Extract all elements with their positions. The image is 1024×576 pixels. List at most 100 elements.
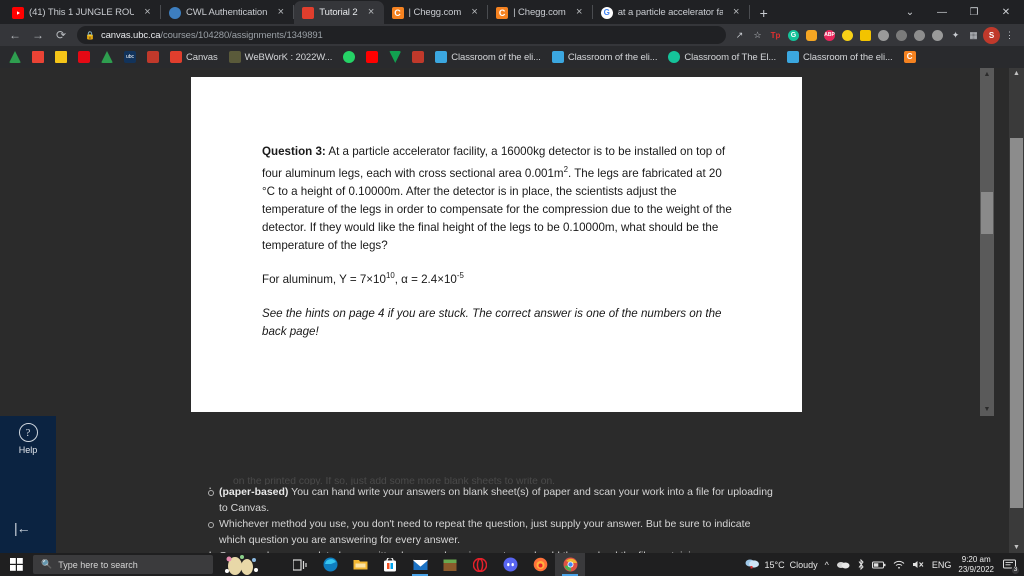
honey-extension-icon[interactable]	[803, 27, 820, 44]
pdf-scroll-up-icon[interactable]: ▲	[980, 68, 994, 81]
bookmark-youtube[interactable]	[362, 48, 382, 66]
pdf-question-text: Question 3: At a particle accelerator fa…	[262, 143, 736, 342]
webwork-icon	[228, 51, 241, 63]
pdf-scroll-down-icon[interactable]: ▼	[980, 403, 994, 416]
new-tab-button[interactable]: +	[753, 2, 775, 24]
weather-status[interactable]: 15°C Cloudy	[744, 556, 818, 574]
bookmark-classroom-elite-2[interactable]: Classroom of the eli...	[548, 48, 662, 66]
bookmark-canvas[interactable]: Canvas	[166, 48, 222, 66]
search-input[interactable]: 🔍 Type here to search	[33, 555, 213, 574]
tab-google-search[interactable]: G at a particle accelerator faci ×	[593, 1, 749, 24]
page-scrollbar[interactable]: ▲ ▼	[1009, 68, 1024, 553]
discord-icon[interactable]	[495, 553, 525, 576]
minecraft-icon[interactable]	[435, 553, 465, 576]
forward-button[interactable]: →	[27, 25, 49, 45]
wifi-icon[interactable]	[893, 560, 905, 569]
collapse-left-icon[interactable]: |←	[14, 520, 31, 536]
close-icon[interactable]: ×	[730, 6, 743, 19]
pacman-extension-icon[interactable]	[839, 27, 856, 44]
grammarly-extension-icon[interactable]: G	[785, 27, 802, 44]
bookmark-reddit[interactable]	[408, 48, 428, 66]
mail-icon[interactable]	[405, 553, 435, 576]
weather-widget-icon[interactable]	[213, 553, 283, 576]
page-scroll-up-icon[interactable]: ▲	[1009, 68, 1024, 79]
close-window-button[interactable]: ✕	[990, 1, 1022, 23]
bookmark-news[interactable]	[51, 48, 71, 66]
adblock-plus-icon[interactable]: ABP	[821, 27, 838, 44]
tab-tutorial-2[interactable]: Tutorial 2 ×	[294, 1, 384, 24]
tab-chegg-1[interactable]: C | Chegg.com ×	[384, 1, 488, 24]
close-icon[interactable]: ×	[141, 6, 154, 19]
help-button[interactable]: ? Help	[0, 423, 56, 455]
sidepanel-icon[interactable]: ▦	[965, 27, 982, 44]
tp-extension-icon[interactable]: Tp	[767, 27, 784, 44]
page-viewport: ? Help |← Question 3: At a particle acce…	[0, 68, 1024, 553]
firefox-icon[interactable]	[525, 553, 555, 576]
bookmark-label: Classroom of the eli...	[451, 51, 541, 63]
pdf-scrollbar[interactable]: ▲ ▼	[980, 68, 994, 416]
chevron-up-icon[interactable]: ^	[825, 560, 829, 570]
minimize-button[interactable]: —	[926, 1, 958, 23]
bookmark-google-drive-2[interactable]	[97, 48, 117, 66]
back-button[interactable]: ←	[4, 25, 26, 45]
bookmark-gmail[interactable]	[28, 48, 48, 66]
close-icon[interactable]: ×	[365, 6, 378, 19]
chrome-menu-icon[interactable]: ⋮	[1001, 27, 1018, 44]
google-chrome-icon[interactable]	[555, 553, 585, 576]
bookmark-tv[interactable]	[385, 48, 405, 66]
bookmark-classroom-elite-3[interactable]: Classroom of The El...	[664, 48, 780, 66]
profile-avatar-icon[interactable]: S	[983, 26, 1000, 44]
page-scrollbar-thumb[interactable]	[1010, 138, 1023, 508]
taskbar-clock[interactable]: 9:20 am 23/9/2022	[958, 555, 994, 575]
extensions-puzzle-icon[interactable]: ✦	[947, 27, 964, 44]
reddit-icon	[412, 51, 425, 63]
profile-chevron-icon[interactable]: ⌄	[894, 1, 926, 23]
file-explorer-icon[interactable]	[345, 553, 375, 576]
page-scroll-down-icon[interactable]: ▼	[1009, 542, 1024, 553]
tab-chegg-2[interactable]: C | Chegg.com ×	[488, 1, 592, 24]
microsoft-store-icon[interactable]	[375, 553, 405, 576]
bookmark-netflix[interactable]	[74, 48, 94, 66]
windows-start-icon[interactable]	[0, 553, 33, 576]
reload-button[interactable]: ⟳	[50, 25, 72, 45]
microsoft-edge-icon[interactable]	[315, 553, 345, 576]
onedrive-icon[interactable]	[836, 560, 850, 569]
maximize-button[interactable]: ❐	[958, 1, 990, 23]
videodownload-off-icon[interactable]	[929, 27, 946, 44]
close-icon[interactable]: ×	[468, 6, 481, 19]
share-icon[interactable]: ↗	[731, 27, 748, 44]
close-icon[interactable]: ×	[573, 6, 586, 19]
bookmark-piazza[interactable]	[143, 48, 163, 66]
volume-mute-icon[interactable]	[912, 560, 925, 569]
bookmark-whatsapp[interactable]	[339, 48, 359, 66]
bookmark-webwork[interactable]: WeBWorK : 2022W...	[225, 48, 337, 66]
tv-icon	[389, 51, 402, 63]
list-item-text: You can hand write your answers on blank…	[219, 486, 773, 514]
opera-icon[interactable]	[465, 553, 495, 576]
pdf-scrollbar-thumb[interactable]	[981, 192, 993, 234]
tab-strip: (41) This 1 JUNGLE ROUTE : × CWL Authent…	[0, 0, 1024, 24]
system-tray: 15°C Cloudy ^ ENG 9:20 am 23/9/2022 3	[744, 553, 1024, 576]
dark-reader-icon[interactable]	[875, 27, 892, 44]
battery-icon[interactable]	[871, 561, 886, 569]
tab-cwl-authentication[interactable]: CWL Authentication ×	[161, 1, 293, 24]
bookmark-ubc[interactable]: ubc	[120, 48, 140, 66]
bookmark-star-icon[interactable]: ☆	[749, 27, 766, 44]
language-indicator[interactable]: ENG	[932, 560, 952, 570]
notification-icon[interactable]: 3	[1001, 556, 1020, 575]
bookmark-chegg[interactable]: C	[900, 48, 920, 66]
chegg-icon: C	[391, 6, 404, 19]
cloud-extension-icon[interactable]	[911, 27, 928, 44]
bookmark-classroom-elite-4[interactable]: Classroom of the eli...	[783, 48, 897, 66]
bluetooth-icon[interactable]	[857, 559, 865, 570]
assignment-description: on the printed copy. If so, just add som…	[0, 416, 1009, 553]
task-view-icon[interactable]	[285, 553, 315, 576]
address-bar[interactable]: 🔒 canvas.ubc.ca/courses/104280/assignmen…	[77, 26, 726, 44]
notes-extension-icon[interactable]	[857, 27, 874, 44]
bookmark-google-drive-1[interactable]	[5, 48, 25, 66]
close-icon[interactable]: ×	[274, 6, 287, 19]
tab-label: (41) This 1 JUNGLE ROUTE :	[29, 7, 134, 18]
ghostery-extension-icon[interactable]	[893, 27, 910, 44]
tab-youtube[interactable]: (41) This 1 JUNGLE ROUTE : ×	[4, 1, 160, 24]
bookmark-classroom-elite-1[interactable]: Classroom of the eli...	[431, 48, 545, 66]
